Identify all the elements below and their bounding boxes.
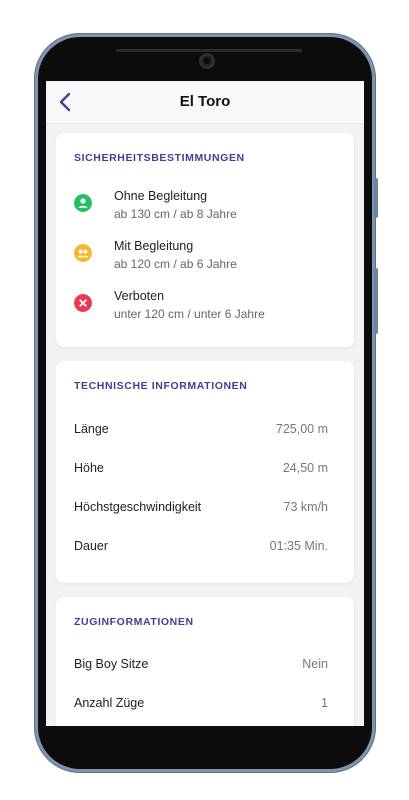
group-icon — [74, 244, 92, 262]
phone-bezel: El Toro SICHERHEITSBESTIMMUNGEN Ohne Beg… — [38, 37, 372, 769]
info-value: 24,50 m — [282, 461, 328, 475]
phone-frame: El Toro SICHERHEITSBESTIMMUNGEN Ohne Beg… — [34, 33, 376, 773]
volume-button — [374, 268, 378, 334]
info-label: Länge — [74, 422, 109, 436]
technical-card-title: TECHNISCHE INFORMATIONEN — [74, 380, 248, 392]
info-row-top-speed: Höchstgeschwindigkeit 73 km/h — [74, 500, 328, 520]
info-value: 725,00 m — [275, 422, 328, 436]
safety-card-title: SICHERHEITSBESTIMMUNGEN — [74, 152, 245, 164]
earpiece-speaker — [116, 49, 302, 52]
info-label: Big Boy Sitze — [74, 657, 149, 671]
info-label: Anzahl Züge — [74, 696, 145, 710]
safety-item-requirement: ab 120 cm / ab 6 Jahre — [114, 257, 237, 271]
info-label: Höchstgeschwindigkeit — [74, 500, 202, 514]
power-button — [374, 178, 378, 218]
safety-item-label: Verboten — [114, 289, 165, 303]
safety-item-requirement: unter 120 cm / unter 6 Jahre — [114, 307, 265, 321]
train-card: ZUGINFORMATIONEN Big Boy Sitze Nein Anza… — [56, 597, 354, 726]
safety-item-label: Ohne Begleitung — [114, 189, 208, 203]
front-camera — [199, 53, 215, 69]
safety-item-accompanied: Mit Begleitung ab 120 cm / ab 6 Jahre — [74, 239, 336, 279]
info-value: 73 km/h — [283, 500, 328, 514]
info-value: 1 — [321, 696, 328, 710]
info-label: Höhe — [74, 461, 104, 475]
close-icon — [74, 294, 92, 312]
info-value: Nein — [302, 657, 328, 671]
person-icon — [74, 194, 92, 212]
safety-item-forbidden: Verboten unter 120 cm / unter 6 Jahre — [74, 289, 336, 329]
safety-item-unaccompanied: Ohne Begleitung ab 130 cm / ab 8 Jahre — [74, 189, 336, 229]
info-row-height: Höhe 24,50 m — [74, 461, 328, 481]
safety-item-label: Mit Begleitung — [114, 239, 194, 253]
info-row-big-boy-seats: Big Boy Sitze Nein — [74, 657, 328, 677]
info-row-duration: Dauer 01:35 Min. — [74, 539, 328, 559]
app-screen: El Toro SICHERHEITSBESTIMMUNGEN Ohne Beg… — [46, 81, 364, 726]
page-title: El Toro — [179, 93, 231, 110]
info-row-train-count: Anzahl Züge 1 — [74, 696, 328, 716]
safety-card: SICHERHEITSBESTIMMUNGEN Ohne Begleitung … — [56, 133, 354, 347]
safety-item-requirement: ab 130 cm / ab 8 Jahre — [114, 207, 237, 221]
technical-card: TECHNISCHE INFORMATIONEN Länge 725,00 m … — [56, 361, 354, 583]
train-card-title: ZUGINFORMATIONEN — [74, 616, 194, 628]
app-bar: El Toro — [46, 81, 364, 124]
info-label: Dauer — [74, 539, 109, 553]
info-value: 01:35 Min. — [269, 539, 328, 553]
info-row-length: Länge 725,00 m — [74, 422, 328, 442]
